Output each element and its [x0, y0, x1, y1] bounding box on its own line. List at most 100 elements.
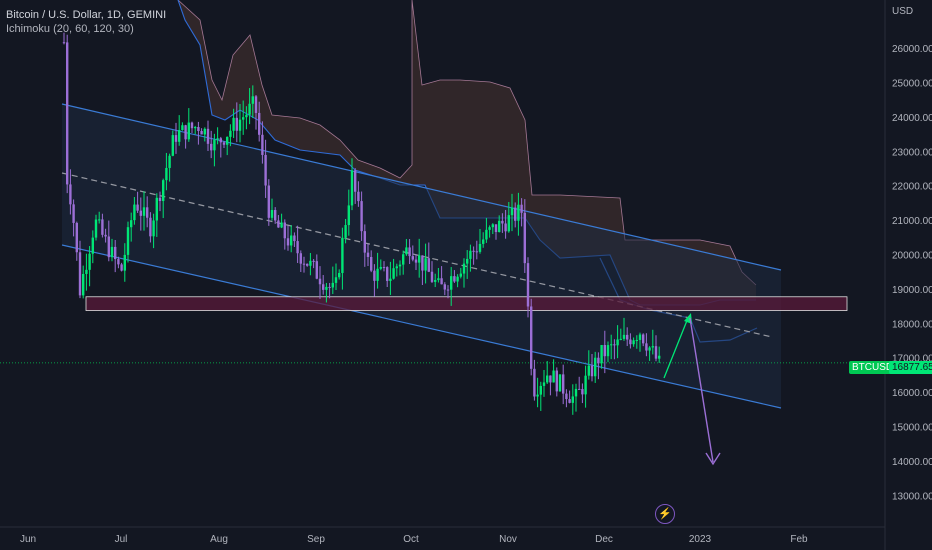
candle-body — [437, 278, 440, 281]
candle-body — [546, 375, 549, 383]
candle-body — [510, 207, 514, 216]
candle-body — [398, 264, 402, 267]
candle-body — [334, 277, 338, 283]
candle-body — [274, 210, 277, 221]
price-chart[interactable]: USD 26000.00 25000.00 24000.00 23000.00 22000… — [0, 0, 932, 550]
candle-body — [571, 396, 574, 403]
time-tick-label: Dec — [595, 534, 613, 545]
candle-body — [82, 273, 85, 296]
candle-body — [139, 210, 142, 216]
candle-body — [229, 130, 232, 137]
candle-body — [88, 253, 91, 270]
candle-body — [427, 258, 430, 272]
candle-body — [542, 382, 546, 386]
candle-body — [562, 374, 565, 394]
candle-body — [142, 207, 146, 216]
candle-body — [264, 154, 267, 186]
candle-body — [507, 215, 510, 232]
candle-body — [520, 204, 523, 213]
candle-body — [578, 388, 581, 390]
price-tick-label: 20000.00 — [892, 251, 932, 262]
candle-body — [536, 394, 539, 397]
candle-body — [658, 355, 661, 359]
candle-body — [450, 276, 453, 290]
time-tick-label: Sep — [307, 534, 325, 545]
candle-body — [203, 128, 206, 135]
candle-body — [114, 246, 117, 260]
candle-body — [395, 266, 398, 269]
candle-body — [651, 346, 654, 348]
candle-body — [440, 278, 443, 285]
price-tick-label: 13000.00 — [892, 491, 932, 502]
candle-body — [363, 231, 366, 253]
candle-body — [523, 212, 526, 264]
candle-body — [309, 260, 312, 266]
candle-body — [338, 272, 341, 278]
candle-body — [514, 207, 517, 221]
candle-body — [587, 365, 590, 376]
candle-body — [280, 222, 283, 228]
indicator-label[interactable]: Ichimoku (20, 60, 120, 30) — [6, 22, 166, 36]
candle-body — [494, 224, 498, 233]
candle-body — [293, 235, 296, 242]
candle-body — [136, 204, 139, 211]
candle-body — [632, 340, 635, 345]
candle-body — [318, 278, 322, 285]
candle-body — [443, 284, 446, 290]
candle-body — [302, 263, 306, 265]
time-tick-label: Oct — [403, 534, 419, 545]
candle-body — [485, 229, 488, 240]
time-tick-label: Jun — [20, 534, 36, 545]
candle-body — [315, 261, 318, 279]
candle-body — [347, 205, 350, 226]
candle-body — [206, 128, 210, 144]
candle-body — [418, 255, 421, 263]
lightning-icon[interactable]: ⚡ — [655, 504, 675, 524]
candle-body — [581, 389, 584, 395]
price-tick-label: 14000.00 — [892, 457, 932, 468]
candle-body — [619, 338, 622, 340]
price-tick-label: 21000.00 — [892, 216, 932, 227]
candle-body — [341, 237, 344, 273]
candle-body — [210, 143, 213, 151]
price-axis[interactable]: USD 26000.00 25000.00 24000.00 23000.00 22000… — [884, 0, 932, 550]
candle-body — [238, 119, 242, 131]
candle-body — [504, 223, 507, 232]
candle-body — [155, 197, 158, 221]
candle-body — [200, 131, 203, 135]
candle-body — [91, 237, 94, 254]
candle-body — [328, 286, 331, 288]
symbol-title[interactable]: Bitcoin / U.S. Dollar, 1D, GEMINI — [6, 8, 166, 22]
candle-body — [552, 370, 555, 383]
price-tick-label: 18000.00 — [892, 319, 932, 330]
candle-body — [322, 284, 325, 290]
candle-body — [616, 339, 619, 346]
price-tick-label: 16000.00 — [892, 388, 932, 399]
candle-body — [411, 256, 414, 260]
candle-body — [312, 260, 315, 262]
candle-body — [459, 273, 462, 277]
candle-body — [101, 219, 104, 235]
candle-body — [146, 207, 149, 218]
time-axis[interactable]: Jun Jul Aug Sep Oct Nov Dec 2023 Feb — [0, 526, 885, 545]
candle-body — [498, 220, 501, 233]
candle-body — [421, 255, 424, 271]
time-tick-label: Jul — [115, 534, 128, 545]
candle-body — [168, 155, 171, 168]
time-tick-label: Feb — [790, 534, 808, 545]
candle-body — [251, 96, 254, 104]
candle-body — [526, 263, 530, 307]
time-tick-label: Aug — [210, 534, 228, 545]
price-tick-label: 19000.00 — [892, 285, 932, 296]
candle-body — [104, 234, 107, 237]
time-tick-label: Nov — [499, 534, 517, 545]
candle-body — [232, 117, 235, 131]
candle-body — [530, 306, 533, 369]
candle-body — [382, 267, 386, 269]
candle-body — [555, 370, 558, 392]
candle-body — [366, 252, 370, 257]
candle-body — [424, 258, 427, 271]
candle-body — [603, 345, 606, 357]
candle-body — [350, 170, 354, 206]
candle-body — [373, 270, 376, 281]
